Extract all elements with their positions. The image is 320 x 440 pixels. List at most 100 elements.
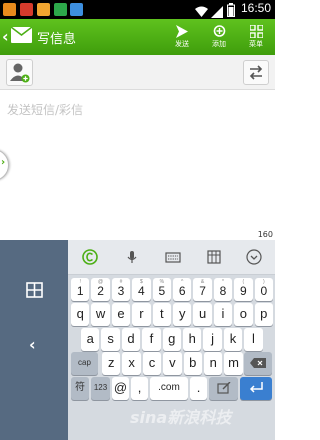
send-button[interactable]: 发送 [168, 22, 196, 52]
cap-key[interactable]: cap [71, 352, 98, 375]
key-label: e [117, 306, 125, 321]
add-contact-icon [10, 63, 30, 83]
key-o[interactable]: o [234, 303, 253, 326]
status-time: 16:50 [240, 1, 271, 15]
key-m[interactable]: m [224, 352, 243, 375]
dotcom-key[interactable]: .com [150, 377, 188, 400]
key-n[interactable]: n [204, 352, 223, 375]
key-label: 6 [178, 284, 186, 298]
chevron-left-icon[interactable]: ‹ [29, 335, 36, 354]
key-p[interactable]: p [254, 303, 273, 326]
symbols-key[interactable]: 符 [71, 377, 89, 400]
send-icon [168, 22, 196, 39]
attach-button[interactable]: 添加 [205, 22, 233, 52]
key-label: 1 [76, 284, 84, 298]
key-b[interactable]: b [183, 352, 202, 375]
key-x[interactable]: x [122, 352, 141, 375]
envelope-icon [10, 26, 33, 43]
notification-cloud-icon [70, 3, 83, 16]
chevron-right-icon: › [1, 157, 6, 168]
at-key[interactable]: @ [112, 377, 129, 400]
key-label: 8 [219, 284, 227, 298]
backspace-key[interactable] [244, 352, 272, 375]
message-placeholder: 发送短信/彩信 [7, 103, 84, 117]
keyboard-toolbar [68, 240, 275, 275]
key-9[interactable]: (9 [234, 278, 253, 301]
edit-key[interactable] [209, 377, 238, 400]
menu-grid-icon [242, 22, 270, 39]
key-e[interactable]: e [111, 303, 131, 326]
key-label: h [188, 331, 196, 346]
key-6[interactable]: ^ 6 [173, 278, 192, 301]
key-f[interactable]: f [142, 328, 161, 351]
numbers-key[interactable]: 123 [91, 377, 110, 400]
key-k[interactable]: k [223, 328, 243, 351]
key-label: 3 [117, 284, 125, 298]
key-3[interactable]: #3 [111, 278, 131, 301]
key-d[interactable]: d [121, 328, 141, 351]
key-v[interactable]: v [163, 352, 182, 375]
key-y[interactable]: y [173, 303, 192, 326]
enter-key[interactable] [240, 377, 272, 400]
watermark: sina新浪科技 [130, 408, 232, 427]
title-bar: ‹ 写信息 发送 添加 菜单 [0, 19, 275, 55]
backspace-icon [244, 352, 272, 377]
back-chevron-icon[interactable]: ‹ [2, 27, 9, 46]
key-5[interactable]: % 5 [152, 278, 171, 301]
notification-security-icon [54, 3, 67, 16]
add-contact-button[interactable] [6, 59, 33, 86]
key-label: y [178, 306, 186, 321]
key-4[interactable]: $4 [132, 278, 151, 301]
keyboard-grid-icon[interactable] [26, 282, 43, 298]
key-g[interactable]: g [162, 328, 181, 351]
key-label: o [239, 306, 247, 321]
page-title: 写信息 [37, 32, 77, 47]
key-label: u [198, 306, 207, 321]
key-i[interactable]: i [213, 303, 233, 326]
ime-logo-icon[interactable] [82, 249, 98, 265]
key-label: 9 [240, 284, 247, 298]
key-7[interactable]: & 7 [193, 278, 212, 301]
key-a[interactable]: a [81, 328, 100, 351]
key-label: 4 [138, 284, 145, 298]
key-2[interactable]: @2 [91, 278, 110, 301]
key-label: 0 [260, 284, 268, 298]
key-w[interactable]: w [91, 303, 110, 326]
comma-key[interactable]: , [131, 377, 148, 400]
side-drawer-handle[interactable]: › [0, 149, 9, 181]
message-input-area[interactable]: 发送短信/彩信 › [0, 91, 275, 238]
key-l[interactable]: l [244, 328, 263, 351]
attach-icon [205, 22, 233, 39]
period-key[interactable]: . [190, 377, 207, 400]
key-8[interactable]: * 8 [213, 278, 233, 301]
swap-arrows-icon [249, 65, 263, 80]
key-c[interactable]: c [142, 352, 162, 375]
key-z[interactable]: z [102, 352, 121, 375]
key-h[interactable]: h [183, 328, 202, 351]
key-u[interactable]: u [193, 303, 212, 326]
microphone-icon[interactable] [124, 249, 140, 265]
key-t[interactable]: t [152, 303, 171, 326]
key-label: r [139, 306, 144, 321]
key-label: z [107, 355, 115, 370]
key-0[interactable]: ) 0 [254, 278, 273, 301]
attach-label: 添加 [212, 40, 226, 48]
key-j[interactable]: j [203, 328, 222, 351]
key-label: x [128, 355, 135, 370]
key-q[interactable]: q [71, 303, 90, 326]
notification-gallery-icon [37, 3, 50, 16]
collapse-keyboard-icon[interactable] [246, 249, 262, 265]
enter-icon [240, 377, 272, 401]
key-label: d [127, 331, 135, 346]
key-label: i [221, 306, 225, 321]
keyboard-icon[interactable] [165, 249, 181, 265]
switch-button[interactable] [243, 60, 269, 85]
key-r[interactable]: r [132, 303, 151, 326]
key-s[interactable]: s [101, 328, 120, 351]
edit-icon [209, 377, 238, 403]
key-label: g [168, 331, 176, 346]
key-label: j [211, 331, 215, 346]
key-1[interactable]: ! 1 [71, 278, 90, 301]
layout-grid-icon[interactable] [206, 249, 222, 265]
menu-button[interactable]: 菜单 [242, 22, 270, 52]
